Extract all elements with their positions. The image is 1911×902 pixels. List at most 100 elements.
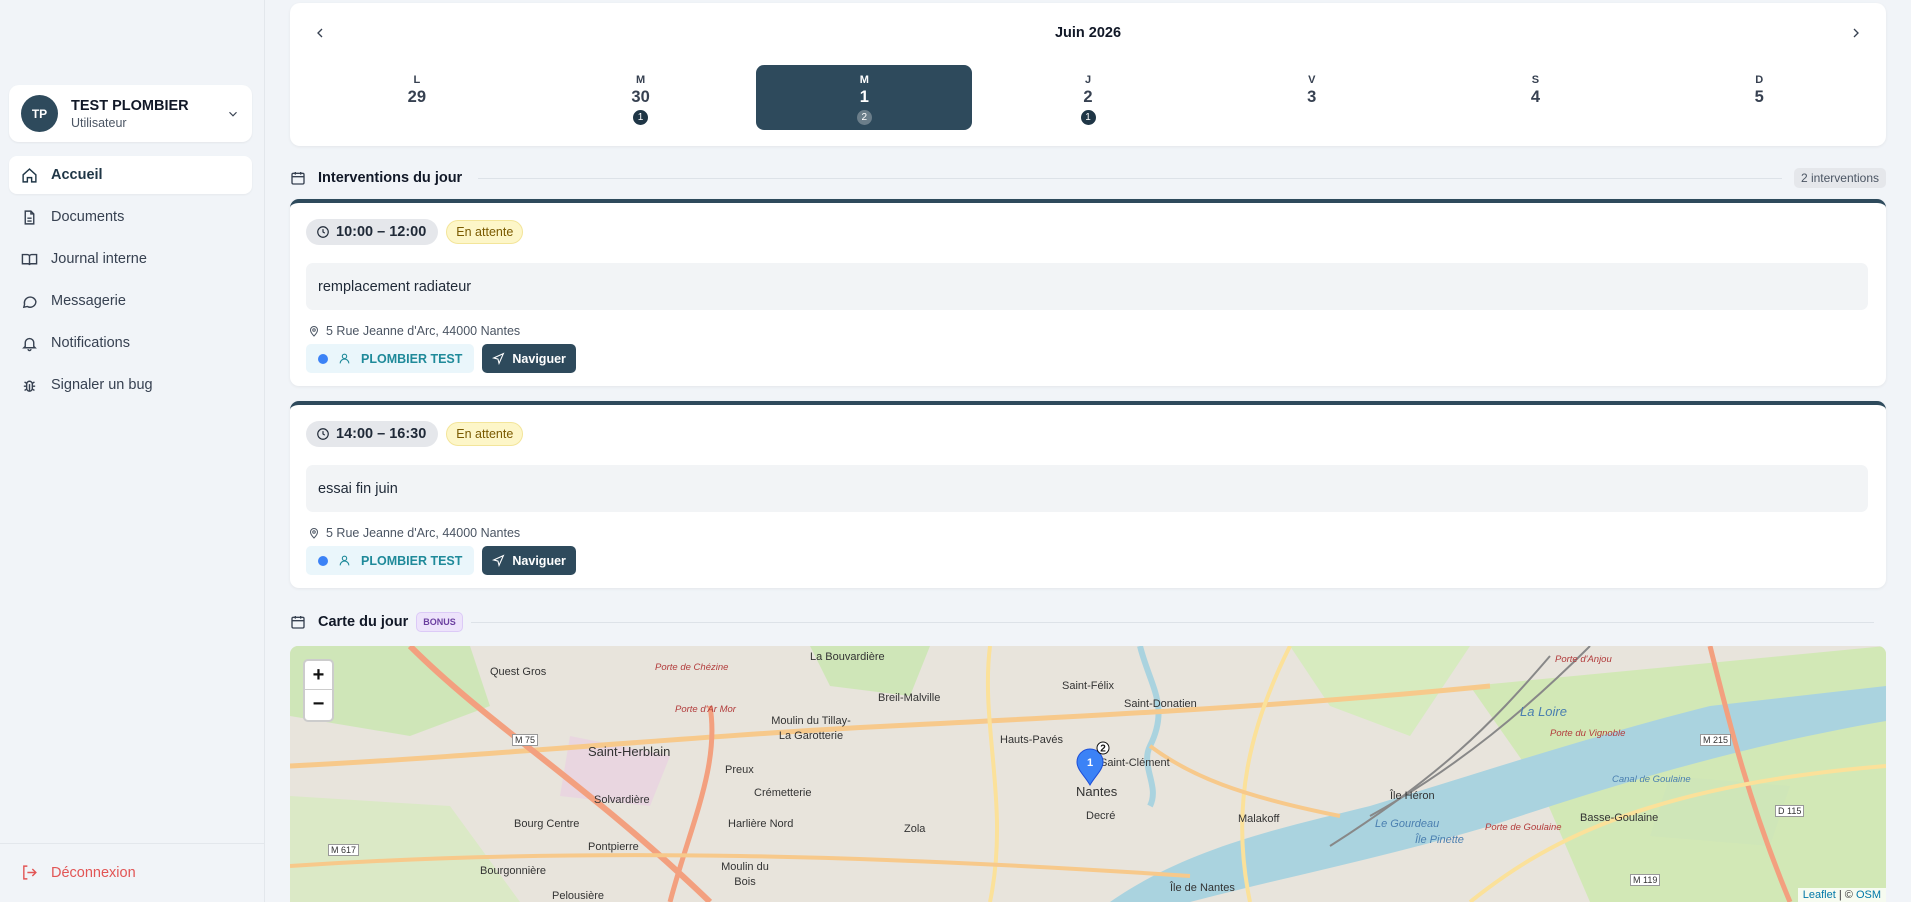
message-icon xyxy=(22,295,37,308)
map-label: Crémetterie xyxy=(754,787,812,799)
intervention-card[interactable]: 14:00 – 16:30 En attente essai fin juin … xyxy=(290,401,1886,588)
address-text: 5 Rue Jeanne d'Arc, 44000 Nantes xyxy=(326,526,521,540)
map-label: M 617 xyxy=(328,844,360,856)
logout-button[interactable]: Déconnexion xyxy=(21,864,136,881)
map-label: La Loire xyxy=(1520,704,1567,719)
bonus-badge: BONUS xyxy=(416,612,463,632)
day-number: 4 xyxy=(1530,88,1541,106)
day-letter: J xyxy=(1084,74,1092,86)
sidebar-item-label: Documents xyxy=(51,209,125,225)
sidebar-item-accueil[interactable]: Accueil xyxy=(9,156,252,194)
intervention-description: remplacement radiateur xyxy=(306,263,1868,310)
address-text: 5 Rue Jeanne d'Arc, 44000 Nantes xyxy=(326,324,521,338)
map-label: Île de Nantes xyxy=(1170,882,1235,894)
calendar-day[interactable]: L 29 xyxy=(309,65,525,130)
map-label: Porte du Vignoble xyxy=(1550,728,1626,739)
map-label: Saint-Clément xyxy=(1100,757,1170,769)
map-label: Solvardière xyxy=(594,794,650,806)
interventions-count-badge: 2 interventions xyxy=(1793,168,1886,188)
map-label: Le Gourdeau xyxy=(1375,818,1440,830)
calendar-day[interactable]: S 4 xyxy=(1428,65,1644,130)
map-label: Malakoff xyxy=(1238,813,1280,825)
map-marker-cluster[interactable]: 2 xyxy=(1096,741,1110,755)
sidebar: TP TEST PLOMBIER Utilisateur Accueil Doc… xyxy=(0,0,265,902)
technician-name: PLOMBIER TEST xyxy=(361,553,463,568)
sidebar-item-signaler-bug[interactable]: Signaler un bug xyxy=(9,366,252,404)
calendar-day[interactable]: D 5 xyxy=(1651,65,1867,130)
sidebar-item-journal[interactable]: Journal interne xyxy=(9,240,252,278)
day-letter: L xyxy=(413,74,421,86)
sidebar-nav: Accueil Documents Journal interne Messag… xyxy=(9,156,252,408)
divider xyxy=(470,621,1874,623)
time-range: 14:00 – 16:30 xyxy=(306,421,439,447)
user-menu[interactable]: TP TEST PLOMBIER Utilisateur xyxy=(9,85,252,142)
osm-link[interactable]: OSM xyxy=(1856,889,1881,901)
map-label: Quest Gros xyxy=(490,666,547,678)
map-label: M 119 xyxy=(1630,874,1661,886)
sidebar-item-label: Signaler un bug xyxy=(51,377,153,393)
divider xyxy=(0,843,265,844)
map-label: M 75 xyxy=(512,734,539,746)
book-icon xyxy=(21,253,38,265)
map-label: Pelousière xyxy=(552,890,604,902)
user-name: TEST PLOMBIER xyxy=(71,97,189,114)
day-letter: M xyxy=(635,74,646,86)
day-count-badge: 1 xyxy=(1080,110,1096,125)
map-label: Canal de Goulaine xyxy=(1612,774,1691,785)
chevron-right-icon[interactable] xyxy=(1848,25,1864,41)
map-label: D 115 xyxy=(1775,805,1805,817)
map-label: Porte de Goulaine xyxy=(1485,822,1562,833)
sidebar-item-notifications[interactable]: Notifications xyxy=(9,324,252,362)
sidebar-item-documents[interactable]: Documents xyxy=(9,198,252,236)
sidebar-item-messagerie[interactable]: Messagerie xyxy=(9,282,252,320)
map-label: Saint-Donatien xyxy=(1124,698,1197,710)
day-number: 1 xyxy=(859,88,869,106)
leaflet-link[interactable]: Leaflet xyxy=(1803,889,1836,901)
map-label: Porte d'Ar Mor xyxy=(675,704,736,715)
intervention-address: 5 Rue Jeanne d'Arc, 44000 Nantes xyxy=(308,526,520,540)
time-text: 10:00 – 12:00 xyxy=(336,224,427,240)
marker-number: 1 xyxy=(1087,757,1093,769)
zoom-in-button[interactable]: + xyxy=(305,661,332,690)
bug-icon xyxy=(23,380,36,392)
clock-icon xyxy=(317,428,329,440)
calendar-day-selected[interactable]: M 1 2 xyxy=(756,65,973,130)
calendar-day[interactable]: M 30 1 xyxy=(533,65,749,130)
map-label: Decré xyxy=(1086,810,1116,822)
time-text: 14:00 – 16:30 xyxy=(336,426,427,442)
navigation-arrow-icon xyxy=(492,554,505,567)
calendar-day[interactable]: J 2 1 xyxy=(980,65,1196,130)
sidebar-item-label: Journal interne xyxy=(51,251,147,267)
day-count-badge: 1 xyxy=(633,110,649,125)
clock-icon xyxy=(317,226,329,238)
attribution-separator: | © xyxy=(1835,889,1856,901)
day-letter: S xyxy=(1531,74,1540,86)
interventions-header: Interventions du jour 2 interventions xyxy=(290,168,1886,188)
section-title: Interventions du jour xyxy=(318,170,463,186)
technician-badge: PLOMBIER TEST xyxy=(306,546,475,575)
map-label: Breil-Malville xyxy=(878,692,941,704)
status-badge: En attente xyxy=(446,220,524,244)
week-calendar: Juin 2026 L 29 M 30 1 M 1 2 J 2 1 V 3 S … xyxy=(290,3,1886,146)
zoom-out-button[interactable]: − xyxy=(305,690,332,719)
navigate-button[interactable]: Naviguer xyxy=(482,546,576,575)
day-number: 30 xyxy=(631,88,650,106)
navigate-label: Naviguer xyxy=(512,553,566,568)
intervention-card[interactable]: 10:00 – 12:00 En attente remplacement ra… xyxy=(290,199,1886,386)
map-label: Saint-Félix xyxy=(1062,680,1114,692)
calendar-day[interactable]: V 3 xyxy=(1204,65,1420,130)
map-header: Carte du jour BONUS xyxy=(290,612,1886,632)
map-label: Bourgonnière xyxy=(480,865,547,877)
map-label: La Bouvardière xyxy=(810,651,885,663)
home-icon xyxy=(22,167,37,183)
navigation-arrow-icon xyxy=(492,352,505,365)
intervention-address: 5 Rue Jeanne d'Arc, 44000 Nantes xyxy=(308,324,520,338)
status-badge: En attente xyxy=(446,422,524,446)
map-label: Zola xyxy=(904,823,926,835)
cluster-number: 2 xyxy=(1100,744,1106,755)
map[interactable]: Quest Gros Porte de Chézine La Bouvardiè… xyxy=(290,646,1886,902)
logout-icon xyxy=(23,865,37,880)
map-pin-icon xyxy=(309,528,319,539)
navigate-button[interactable]: Naviguer xyxy=(482,344,576,373)
divider xyxy=(478,177,1782,179)
